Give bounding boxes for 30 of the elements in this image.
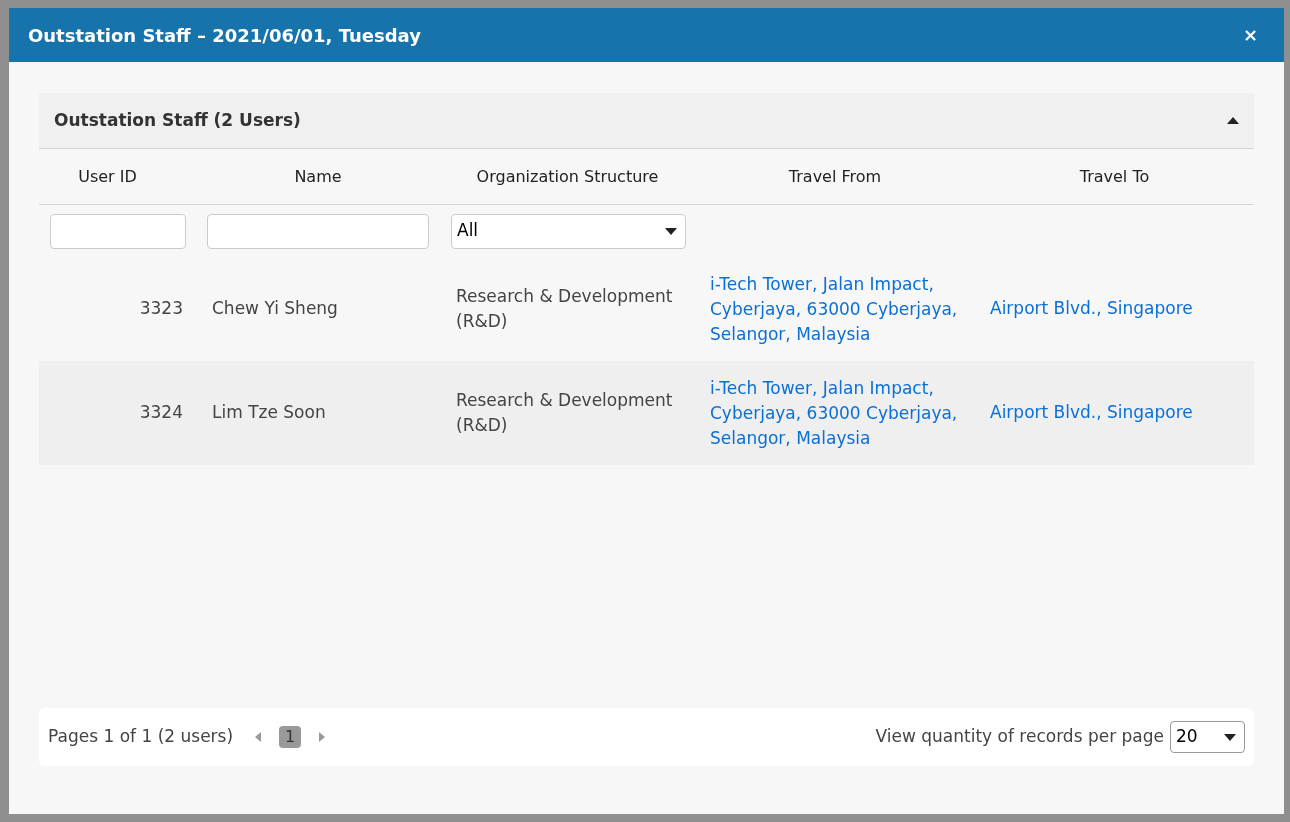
table-cell-text: 3324 (138, 401, 184, 425)
table-cell-text: Lim Tze Soon (211, 401, 327, 425)
column-header: Name (293, 165, 343, 188)
location-link[interactable]: i-Tech Tower, Jalan Impact, Cyberjaya, 63000 Cyberjaya, Selangor, Malaysia (710, 271, 965, 347)
table-cell-text: Chew Yi Sheng (211, 297, 339, 321)
location-link[interactable]: Airport Blvd., Singapore (990, 298, 1193, 319)
caret-down-icon (1224, 733, 1236, 741)
table-cell-text: Research & Development (R&D) (455, 285, 674, 333)
location-link[interactable]: Airport Blvd., Singapore (990, 402, 1193, 423)
name-filter-field[interactable] (207, 213, 429, 249)
location-link[interactable]: i-Tech Tower, Jalan Impact, Cyberjaya, 63000 Cyberjaya, Selangor, Malaysia (710, 375, 965, 451)
next-page-icon[interactable] (319, 732, 326, 742)
column-header: Travel From (787, 165, 883, 188)
column-header: Organization Structure (475, 165, 660, 188)
page-summary: Pages 1 of 1 (2 users) (48, 725, 234, 749)
column-header: User ID (77, 165, 138, 188)
per-page-label: View quantity of records per page (875, 725, 1164, 749)
user-id-filter-field[interactable] (50, 213, 186, 249)
panel-title: Outstation Staff (2 Users) (54, 108, 301, 132)
page-button[interactable]: 1 (279, 726, 302, 748)
previous-page-icon[interactable] (255, 732, 262, 742)
panel-header[interactable]: Outstation Staff (2 Users) (39, 93, 1254, 149)
close-button[interactable]: × (1242, 26, 1258, 44)
table-cell-text: 3323 (138, 297, 184, 321)
dialog-title: Outstation Staff – 2021/06/01, Tuesday (28, 23, 421, 48)
per-page-dropdown[interactable]: 20 (1170, 721, 1245, 753)
caret-down-icon (665, 227, 677, 235)
column-header: Travel To (1078, 165, 1151, 188)
table-cell-text: Research & Development (R&D) (455, 389, 674, 437)
organization-filter-dropdown[interactable]: All (451, 213, 686, 249)
